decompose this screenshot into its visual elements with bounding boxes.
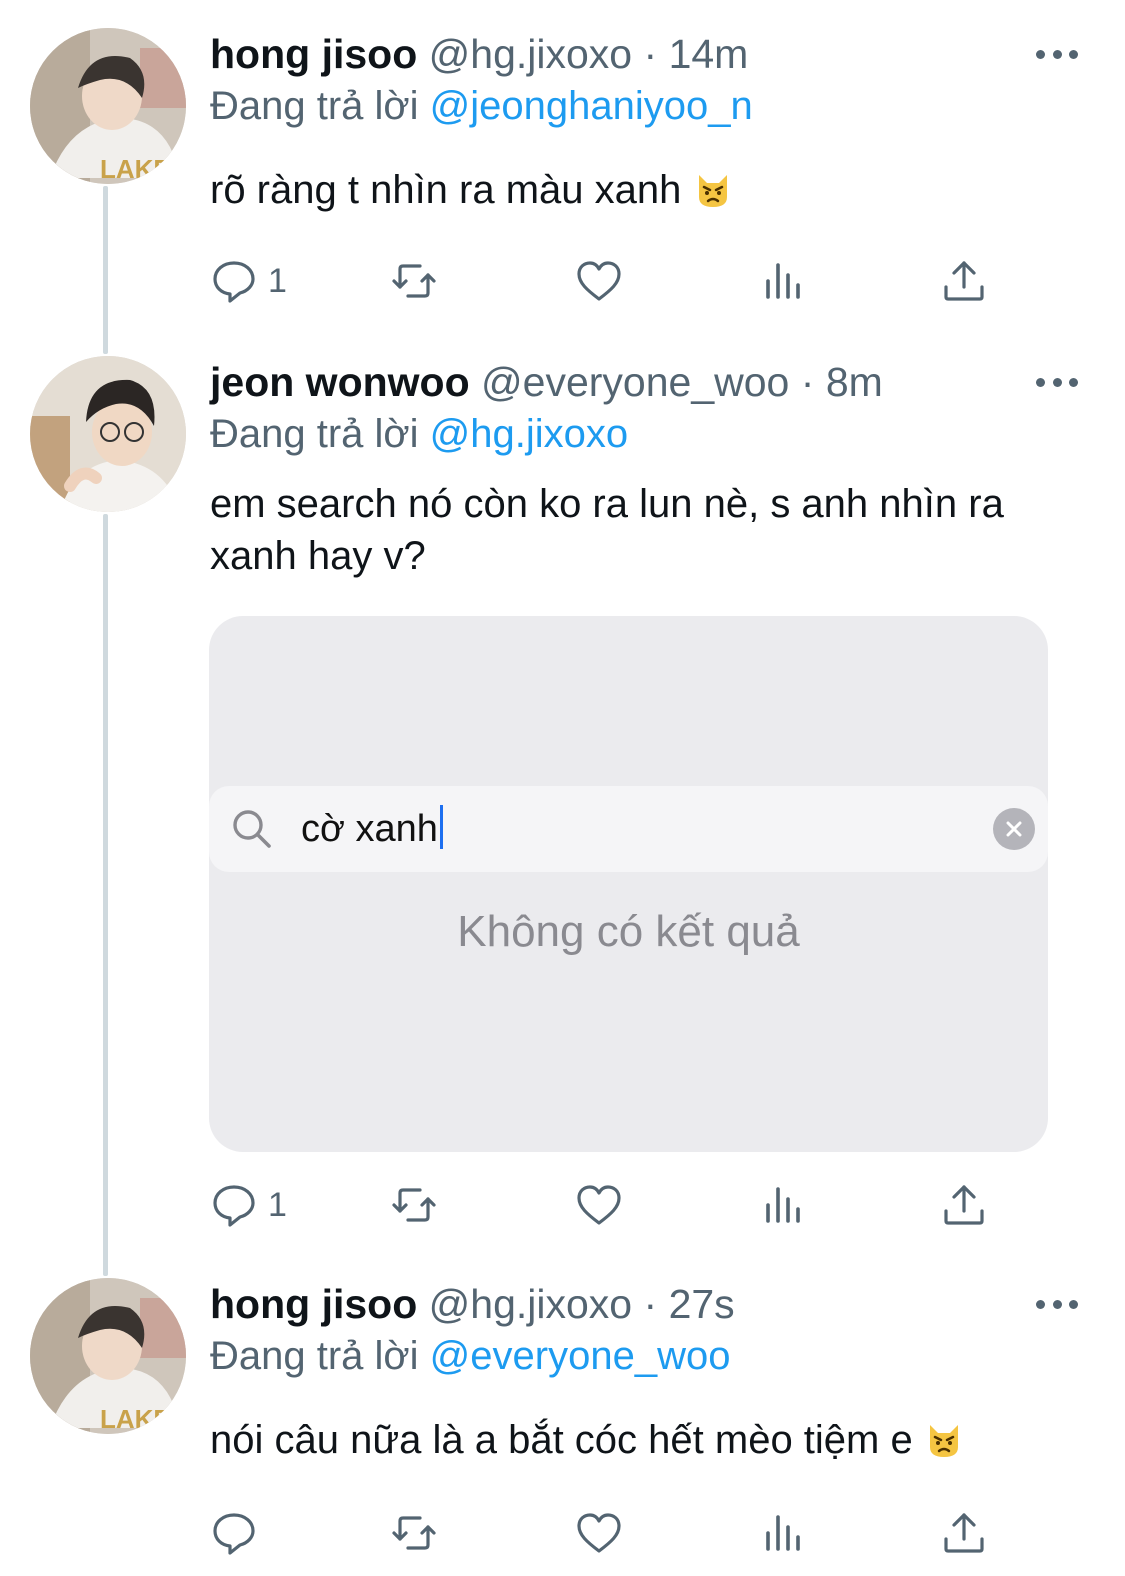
tweet-actions: 1 [210,1178,1010,1232]
like-button[interactable] [575,1506,623,1560]
like-button[interactable] [575,1178,623,1232]
reply-button[interactable]: 1 [210,1178,287,1232]
heart-icon [577,1513,621,1553]
replying-to-handle[interactable]: @everyone_woo [430,1334,731,1378]
username[interactable]: @hg.jixoxo [429,31,632,77]
reply-icon [213,261,255,303]
like-button[interactable] [575,254,623,308]
tweet-text-line: em search nó còn ko ra lun nè, s anh nhì… [210,482,1004,526]
separator: · [800,359,815,405]
avatar-photo: LAKERS [30,1278,186,1434]
avatar[interactable]: LAKERS [30,1278,186,1434]
replying-to-label: Đang trả lời [210,412,419,456]
share-icon [944,1513,984,1553]
replying-to-handle[interactable]: @jeonghaniyoo_n [430,84,753,128]
replying-to-handle[interactable]: @hg.jixoxo [430,412,628,456]
reply-icon [213,1513,255,1555]
reply-count: 1 [268,261,287,300]
thread-line [103,514,108,1276]
reply-button[interactable]: 1 [210,254,287,308]
retweet-button[interactable] [390,1178,438,1232]
reply-icon [213,1185,255,1227]
search-bar: cờ xanh [209,786,1048,872]
reply-count: 1 [268,1185,287,1224]
heart-icon [577,261,621,301]
svg-text:LAKERS: LAKERS [100,1404,186,1434]
username[interactable]: @hg.jixoxo [429,1281,632,1327]
tweet-header: jeon wonwoo @everyone_woo · 8m [210,358,883,406]
replying-to: Đang trả lời @jeonghaniyoo_n [210,82,753,130]
share-icon [944,261,984,301]
replying-to-label: Đang trả lời [210,1334,419,1378]
display-name[interactable]: hong jisoo [210,1281,417,1327]
tweet-header: hong jisoo @hg.jixoxo · 27s [210,1280,735,1328]
retweet-button[interactable] [390,1506,438,1560]
timestamp[interactable]: 27s [669,1281,735,1327]
clear-icon [993,808,1035,850]
tweet-text-line: xanh hay v? [210,534,426,578]
views-button[interactable] [760,1506,808,1560]
avatar-photo [30,356,186,512]
display-name[interactable]: jeon wonwoo [210,359,470,405]
tweet-text-content: nói câu nữa là a bắt cóc hết mèo tiệm e [210,1418,913,1462]
replying-to: Đang trả lời @hg.jixoxo [210,410,628,458]
tweet-media-image[interactable]: cờ xanh Không có kết quả [209,616,1048,1152]
search-query: cờ xanh [301,804,443,854]
text-caret [439,805,443,849]
search-query-text: cờ xanh [301,808,438,850]
timestamp[interactable]: 14m [669,31,749,77]
retweet-icon [392,264,436,298]
separator: · [643,31,658,77]
timestamp[interactable]: 8m [826,359,883,405]
avatar-photo: LAKERS [30,28,186,184]
pouting-cat-emoji [929,1425,958,1457]
more-options-icon[interactable] [1036,372,1078,392]
display-name[interactable]: hong jisoo [210,31,417,77]
avatar[interactable]: LAKERS [30,28,186,184]
tweet-text-content: rõ ràng t nhìn ra màu xanh [210,168,682,212]
retweet-icon [392,1516,436,1550]
analytics-icon [766,263,800,299]
tweet-text: rõ ràng t nhìn ra màu xanh [210,164,1090,216]
analytics-icon [766,1515,800,1551]
username[interactable]: @everyone_woo [481,359,789,405]
pouting-cat-emoji [698,175,727,207]
reply-button[interactable] [210,1506,268,1560]
share-icon [944,1185,984,1225]
no-results-text: Không có kết quả [457,907,800,956]
svg-text:LAKERS: LAKERS [100,154,186,184]
avatar[interactable] [30,356,186,512]
separator: · [643,1281,658,1327]
analytics-icon [766,1187,800,1223]
views-button[interactable] [760,1178,808,1232]
thread-line [103,186,108,354]
tweet-actions: 1 [210,254,1010,308]
more-options-icon[interactable] [1036,1294,1078,1314]
replying-to-label: Đang trả lời [210,84,419,128]
tweet-text: em search nó còn ko ra lun nè, s anh nhì… [210,478,1090,582]
search-icon [233,810,271,848]
views-button[interactable] [760,254,808,308]
heart-icon [577,1185,621,1225]
replying-to: Đang trả lời @everyone_woo [210,1332,730,1380]
share-button[interactable] [940,254,988,308]
retweet-button[interactable] [390,254,438,308]
tweet-text: nói câu nữa là a bắt cóc hết mèo tiệm e [210,1414,1090,1466]
tweet-actions [210,1506,1010,1560]
tweet-header: hong jisoo @hg.jixoxo · 14m [210,30,748,78]
share-button[interactable] [940,1506,988,1560]
retweet-icon [392,1188,436,1222]
more-options-icon[interactable] [1036,44,1078,64]
share-button[interactable] [940,1178,988,1232]
